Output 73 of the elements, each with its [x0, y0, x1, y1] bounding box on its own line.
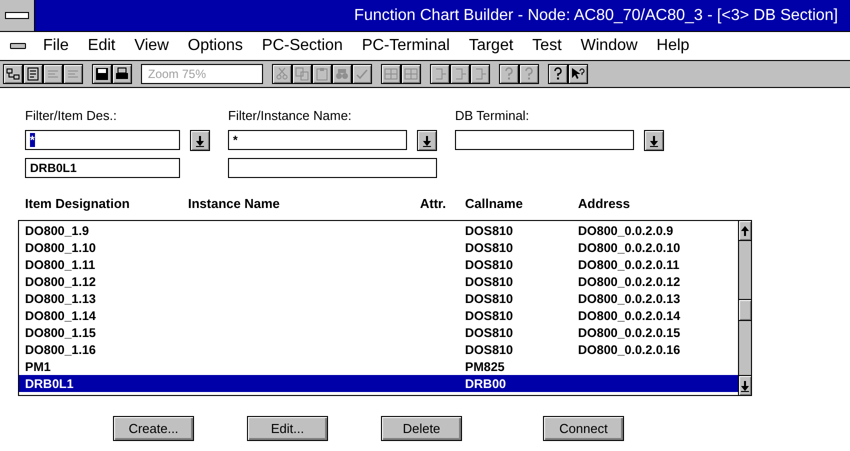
zoom-field[interactable]: Zoom 75%	[141, 64, 263, 84]
scissors-icon	[275, 67, 289, 81]
field-label: Filter/Instance Name:	[228, 108, 353, 123]
tree-icon	[6, 67, 20, 81]
toolbar-button[interactable]	[548, 64, 568, 84]
down-arrow-icon	[740, 380, 750, 392]
document-menu-button[interactable]	[10, 43, 26, 49]
menu-item[interactable]: View	[125, 37, 179, 55]
column-header: Callname	[465, 196, 524, 212]
list-row[interactable]: PM1 PM825	[19, 358, 738, 375]
down-arrow-icon	[195, 134, 205, 146]
column-header: Address	[578, 196, 632, 212]
menu-item[interactable]: Edit	[78, 37, 126, 55]
list-row[interactable]: DO800_1.15 DOS810 DO800_0.0.2.0.15	[19, 324, 738, 341]
action-button[interactable]: Edit...	[247, 416, 328, 441]
menu-item[interactable]: PC-Section	[252, 37, 353, 55]
clipboard-icon	[315, 67, 329, 81]
down-arrow-icon	[649, 134, 659, 146]
field-label: Filter/Item Des.:	[25, 108, 118, 123]
toolbar-button[interactable]	[92, 64, 112, 84]
bracket-icon	[453, 67, 467, 81]
menu-item[interactable]: Target	[460, 37, 524, 55]
list-row[interactable]: DO800_1.16 DOS810 DO800_0.0.2.0.16	[19, 341, 738, 358]
toolbar-button[interactable]	[112, 64, 132, 84]
text-field[interactable]: DRB0L1	[25, 158, 180, 178]
list-row[interactable]: DO800_1.12 DOS810 DO800_0.0.2.0.12	[19, 273, 738, 290]
bracket-icon	[473, 67, 487, 81]
menu-item[interactable]: Window	[572, 37, 648, 55]
column-header: Instance Name	[188, 196, 281, 212]
list-row[interactable]: DO800_1.11 DOS810 DO800_0.0.2.0.11	[19, 256, 738, 273]
menu-item[interactable]: Test	[523, 37, 572, 55]
field-label: DB Terminal:	[455, 108, 530, 123]
action-button[interactable]: Create...	[113, 416, 194, 441]
filter-field[interactable]: *	[228, 130, 407, 150]
list-row[interactable]: DO800_1.13 DOS810 DO800_0.0.2.0.13	[19, 290, 738, 307]
list-row[interactable]: DRB0L1 DRB00	[19, 375, 738, 392]
copy-icon	[295, 67, 309, 81]
menu-item[interactable]: File	[34, 37, 79, 55]
action-button[interactable]: Delete	[381, 416, 462, 441]
grid-icon	[384, 67, 398, 81]
column-header: Item Designation	[25, 196, 131, 212]
down-arrow-icon	[422, 134, 432, 146]
column-header: Attr.	[420, 196, 447, 212]
page-icon	[26, 67, 40, 81]
toolbar-button[interactable]	[3, 64, 23, 84]
menu-item[interactable]: Options	[178, 37, 253, 55]
dropdown-button[interactable]	[190, 130, 210, 151]
binoculars-icon	[335, 67, 349, 81]
dropdown-button[interactable]	[417, 130, 437, 151]
scroll-down-button[interactable]	[739, 375, 751, 395]
list-row[interactable]: DO800_1.14 DOS810 DO800_0.0.2.0.14	[19, 307, 738, 324]
filter-field[interactable]: *	[25, 130, 180, 150]
window-title: Function Chart Builder - Node: AC80_70/AC80_3 - [<3> DB Section]	[35, 0, 850, 31]
check-icon	[355, 67, 369, 81]
list-row[interactable]: DO800_1.9 DOS810 DO800_0.0.2.0.9	[19, 222, 738, 239]
toolbar-button[interactable]	[568, 64, 588, 84]
action-button[interactable]: Connect	[543, 416, 624, 441]
scrollbar[interactable]	[738, 221, 751, 395]
menu-item[interactable]: PC-Terminal	[352, 37, 460, 55]
filter-field[interactable]	[455, 130, 634, 150]
menu-item[interactable]: Help	[648, 37, 700, 55]
text-field[interactable]	[228, 158, 437, 178]
up-arrow-icon	[740, 224, 750, 236]
grid-icon	[404, 67, 418, 81]
dropdown-button[interactable]	[644, 130, 664, 151]
scroll-thumb[interactable]	[739, 299, 751, 321]
printer-icon	[115, 67, 129, 81]
scroll-up-button[interactable]	[739, 221, 751, 241]
list-row[interactable]: DO800_1.10 DOS810 DO800_0.0.2.0.10	[19, 239, 738, 256]
bracket-icon	[433, 67, 447, 81]
system-menu-button[interactable]	[0, 0, 35, 31]
pointer-help-icon	[571, 67, 585, 81]
toolbar-button[interactable]	[23, 64, 43, 84]
